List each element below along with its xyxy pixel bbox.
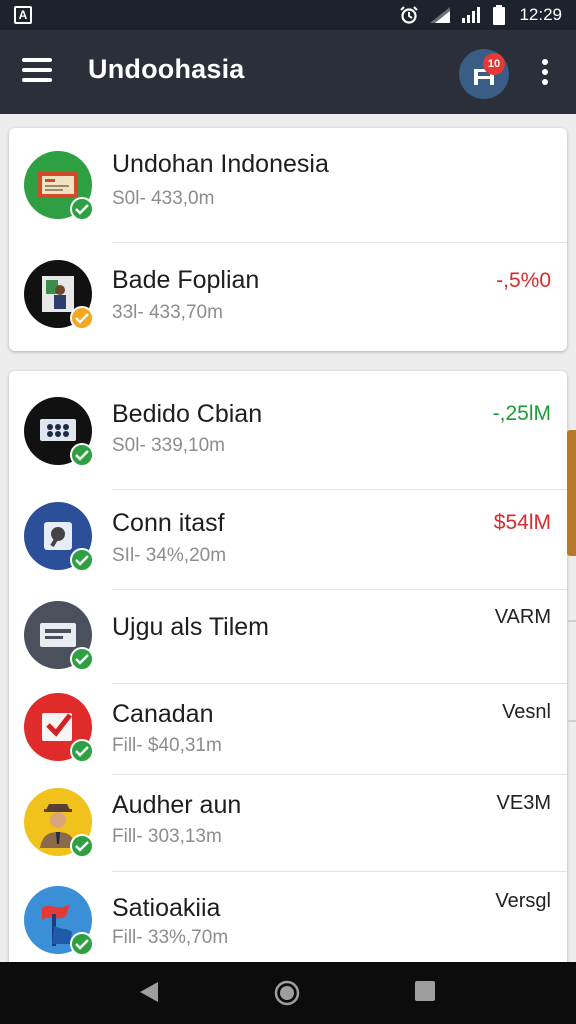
item-subtitle: Fill- 303,13m: [112, 826, 222, 847]
menu-icon[interactable]: [22, 58, 52, 84]
list-item[interactable]: Bedido Cbian S0l- 339,10m -,25lM: [9, 371, 567, 490]
item-value: VE3M: [496, 792, 551, 814]
page-title: Undoohasia: [88, 54, 245, 84]
item-value: VARM: [494, 606, 551, 628]
verified-check-icon: [70, 197, 94, 221]
verified-check-icon: [70, 443, 94, 467]
list-item[interactable]: Audher aun Fill- 303,13m VE3M: [9, 775, 567, 872]
avatar: [24, 502, 94, 572]
list-item[interactable]: Undohan Indonesia S0l- 433,0m: [9, 128, 567, 243]
adjacent-panel-peek: [567, 430, 576, 556]
account-group-1: Undohan Indonesia S0l- 433,0m Bade Fopli…: [9, 128, 567, 351]
status-icons: 12:29: [399, 0, 562, 30]
list-item[interactable]: Conn itasf SIl- 34%,20m $54lM: [9, 490, 567, 590]
item-subtitle: Fill- 33%,70m: [112, 927, 229, 948]
adjacent-divider: [567, 620, 576, 622]
item-subtitle: Fill- $40,31m: [112, 735, 222, 756]
system-nav-bar: [0, 962, 576, 1024]
status-bar: A 12:29: [0, 0, 576, 30]
cell-signal-icon: [462, 7, 481, 23]
alarm-icon: [400, 6, 419, 24]
item-title: Conn itasf: [112, 509, 225, 537]
verified-check-icon: [70, 548, 94, 572]
avatar: [24, 397, 94, 467]
verified-check-icon: [70, 739, 94, 763]
cart-badge: 10: [483, 53, 505, 75]
pending-badge-icon: [70, 306, 94, 330]
verified-check-icon: [70, 647, 94, 671]
back-icon[interactable]: [138, 980, 160, 1004]
list-item[interactable]: Ujgu als Tilem VARM: [9, 590, 567, 684]
item-value: -,5%0: [496, 269, 551, 292]
verified-check-icon: [70, 932, 94, 956]
item-title: Bedido Cbian: [112, 400, 263, 428]
cart-button[interactable]: 10: [459, 49, 509, 99]
item-title: Canadan: [112, 700, 214, 728]
item-title: Satioakiia: [112, 894, 221, 922]
more-options-icon[interactable]: [536, 59, 554, 89]
battery-icon: [493, 5, 506, 25]
home-icon[interactable]: [274, 980, 300, 1006]
item-title: Bade Foplian: [112, 266, 260, 294]
account-group-2: Bedido Cbian S0l- 339,10m -,25lM Conn it…: [9, 371, 567, 971]
adjacent-divider: [567, 720, 576, 722]
avatar: [24, 151, 94, 221]
status-time: 12:29: [519, 5, 562, 24]
avatar: [24, 260, 94, 330]
item-title: Audher aun: [112, 791, 242, 819]
list-item[interactable]: Bade Foplian 33l- 433,70m -,5%0: [9, 243, 567, 351]
item-subtitle: SIl- 34%,20m: [112, 545, 227, 566]
app-bar: Undoohasia 10: [0, 30, 576, 114]
item-value: -,25lM: [492, 402, 551, 425]
avatar: [24, 886, 94, 956]
avatar: [24, 788, 94, 858]
avatar: [24, 601, 94, 671]
item-title: Undohan Indonesia: [112, 150, 329, 178]
recents-icon[interactable]: [414, 980, 436, 1002]
item-title: Ujgu als Tilem: [112, 613, 269, 641]
verified-check-icon: [70, 834, 94, 858]
avatar: [24, 693, 94, 763]
item-value: $54lM: [493, 511, 551, 534]
item-subtitle: S0l- 339,10m: [112, 435, 226, 456]
item-value: Versgl: [495, 890, 551, 912]
item-value: Vesnl: [502, 701, 551, 723]
wifi-signal-icon: [430, 7, 451, 23]
item-subtitle: 33l- 433,70m: [112, 302, 223, 323]
app-notification-icon: A: [14, 6, 32, 24]
item-subtitle: S0l- 433,0m: [112, 188, 215, 209]
list-item[interactable]: Satioakiia Fill- 33%,70m Versgl: [9, 872, 567, 971]
list-item[interactable]: Canadan Fill- $40,31m Vesnl: [9, 684, 567, 775]
